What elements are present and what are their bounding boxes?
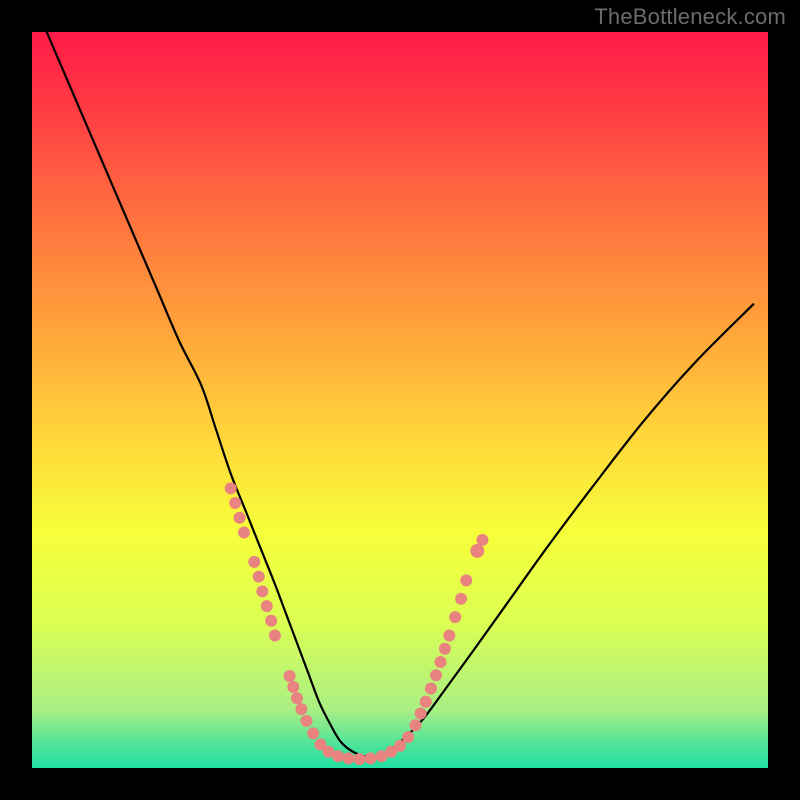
curve-marker xyxy=(439,643,451,655)
curve-marker xyxy=(256,585,268,597)
watermark-text: TheBottleneck.com xyxy=(594,4,786,30)
curve-marker xyxy=(295,703,307,715)
curve-marker xyxy=(301,715,313,727)
plot-area xyxy=(32,32,768,768)
curve-marker xyxy=(394,740,406,752)
curve-marker xyxy=(307,727,319,739)
curve-marker xyxy=(234,512,246,524)
curve-marker xyxy=(238,526,250,538)
curve-marker xyxy=(420,696,432,708)
curve-marker xyxy=(332,750,344,762)
curve-marker xyxy=(430,669,442,681)
curve-marker xyxy=(460,574,472,586)
curve-marker xyxy=(342,752,354,764)
curve-marker xyxy=(476,534,488,546)
curve-marker xyxy=(229,497,241,509)
chart-svg xyxy=(32,32,768,768)
curve-marker xyxy=(455,593,467,605)
curve-marker xyxy=(470,544,484,558)
curve-marker xyxy=(287,681,299,693)
curve-marker xyxy=(261,600,273,612)
curve-marker xyxy=(365,752,377,764)
curve-marker xyxy=(248,556,260,568)
curve-marker xyxy=(291,692,303,704)
chart-frame: TheBottleneck.com xyxy=(0,0,800,800)
curve-marker xyxy=(354,753,366,765)
curve-marker xyxy=(449,611,461,623)
curve-marker xyxy=(265,615,277,627)
curve-marker xyxy=(434,656,446,668)
curve-marker xyxy=(225,482,237,494)
curve-marker xyxy=(284,670,296,682)
curve-marker xyxy=(409,719,421,731)
curve-marker xyxy=(443,630,455,642)
curve-markers-group xyxy=(225,482,489,765)
bottleneck-curve xyxy=(47,32,754,757)
curve-marker xyxy=(425,683,437,695)
curve-marker xyxy=(402,731,414,743)
curve-marker xyxy=(253,571,265,583)
curve-marker xyxy=(415,708,427,720)
curve-marker xyxy=(269,630,281,642)
